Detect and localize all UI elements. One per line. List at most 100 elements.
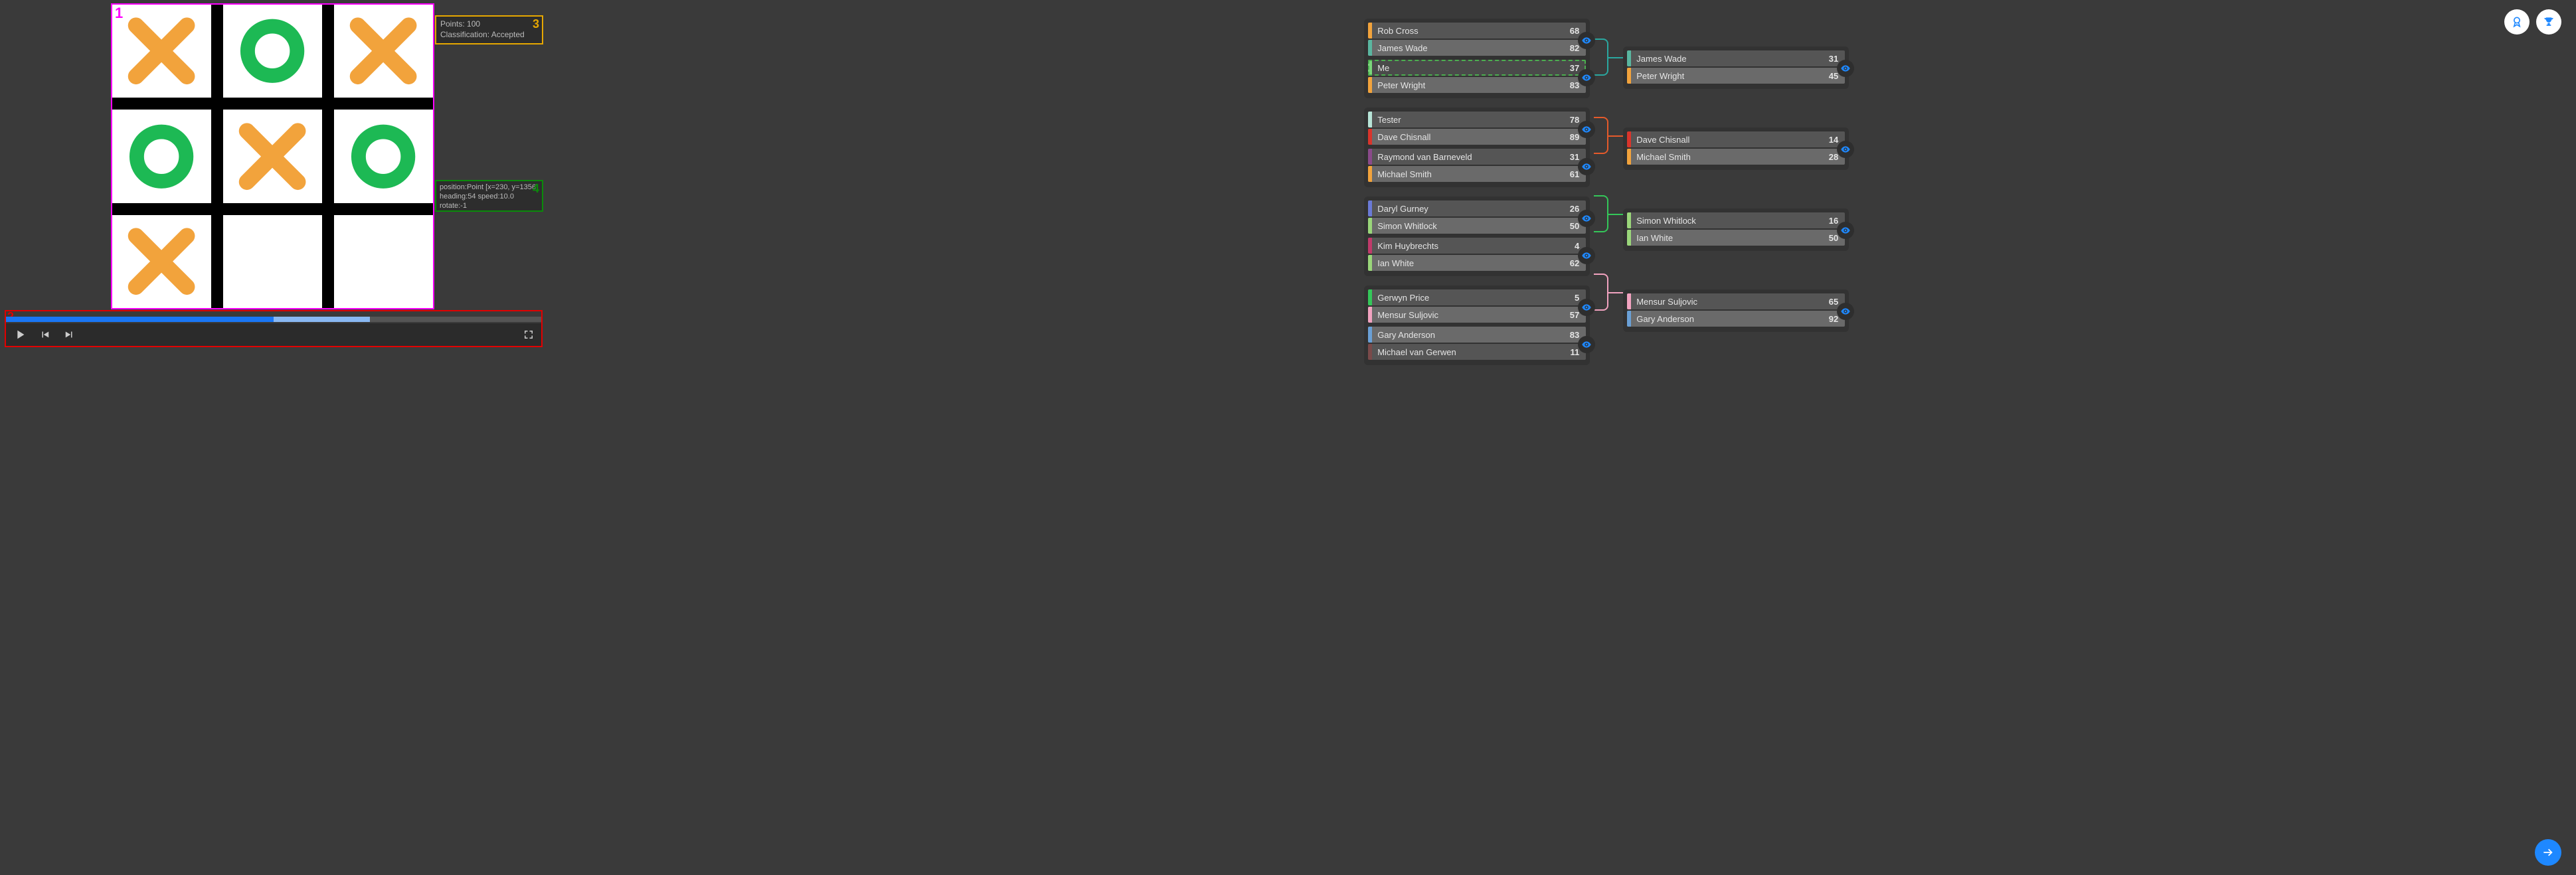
info-classification: Classification: Accepted	[440, 30, 538, 40]
bracket-connector	[1594, 117, 1608, 154]
bracket-match: Tester78 Dave Chisnall89	[1368, 112, 1586, 145]
arrow-right-icon	[2541, 846, 2555, 859]
bracket-group: Daryl Gurney26 Simon Whitlock50 Kim Huybre…	[1364, 197, 1590, 276]
watch-button[interactable]	[1837, 303, 1854, 320]
player-name: Peter Wright	[1631, 71, 1822, 81]
player-name: Daryl Gurney	[1372, 204, 1563, 214]
progress-fill	[6, 317, 274, 322]
bracket-player-row[interactable]: Tester78	[1368, 112, 1586, 127]
bracket-match: Daryl Gurney26 Simon Whitlock50	[1368, 200, 1586, 234]
bracket-player-row[interactable]: Simon Whitlock50	[1368, 218, 1586, 234]
annotation-label-3: 3	[533, 17, 539, 32]
bracket-match: Rob Cross68James Wade82	[1368, 23, 1586, 56]
watch-button[interactable]	[1837, 60, 1854, 77]
player-name: Ian White	[1631, 233, 1822, 243]
next-fab-button[interactable]	[2535, 839, 2561, 866]
player-name: Michael van Gerwen	[1372, 347, 1563, 357]
play-button[interactable]	[13, 327, 27, 342]
bracket-player-row[interactable]: Mensur Suljovic57	[1368, 307, 1586, 323]
ttt-cell-1[interactable]	[223, 5, 322, 98]
progress-buffer	[274, 317, 370, 322]
progress-track[interactable]	[6, 317, 541, 322]
player-name: Simon Whitlock	[1631, 216, 1822, 226]
bracket-player-row[interactable]: Gary Anderson83	[1368, 327, 1586, 343]
bracket-player-row[interactable]: Raymond van Barneveld31	[1368, 149, 1586, 165]
watch-button[interactable]	[1837, 222, 1854, 239]
bracket-player-row[interactable]: Gary Anderson92	[1627, 311, 1845, 327]
bracket-player-row[interactable]: Simon Whitlock16	[1627, 212, 1845, 228]
ttt-cell-0[interactable]	[112, 5, 211, 98]
watch-button[interactable]	[1578, 210, 1595, 227]
watch-button[interactable]	[1578, 247, 1595, 264]
bracket-connector-line	[1608, 292, 1623, 293]
bracket-player-row[interactable]: Me37	[1368, 60, 1586, 76]
ttt-cell-3[interactable]	[112, 110, 211, 202]
annotation-label-1: 1	[115, 5, 123, 22]
player-name: Kim Huybrechts	[1372, 241, 1568, 251]
prev-button[interactable]	[39, 329, 51, 341]
info-overlay: 3 Points: 100 Classification: Accepted	[435, 15, 543, 44]
next-button[interactable]	[63, 329, 75, 341]
bracket-player-row[interactable]: Peter Wright45	[1627, 68, 1845, 84]
bracket-match: James Wade31 Peter Wright45	[1627, 50, 1845, 84]
bracket-connector	[1594, 39, 1608, 76]
bracket-player-row[interactable]: James Wade31	[1627, 50, 1845, 66]
eye-icon	[1581, 302, 1592, 313]
ttt-cell-8[interactable]	[334, 215, 433, 308]
eye-icon	[1581, 250, 1592, 261]
bracket-player-row[interactable]: James Wade82	[1368, 40, 1586, 56]
ttt-cell-7[interactable]	[223, 215, 322, 308]
bracket-connector	[1594, 195, 1608, 232]
bracket-connector	[1594, 274, 1608, 311]
player-name: James Wade	[1631, 54, 1822, 64]
player-name: Michael Smith	[1372, 169, 1563, 179]
fullscreen-button[interactable]	[523, 329, 535, 341]
info-points: Points: 100	[440, 19, 538, 30]
ttt-cell-4[interactable]	[223, 110, 322, 202]
bracket-player-row[interactable]: Kim Huybrechts4	[1368, 238, 1586, 254]
bracket-player-row[interactable]: Gerwyn Price5	[1368, 289, 1586, 305]
eye-icon	[1581, 72, 1592, 83]
watch-button[interactable]	[1578, 299, 1595, 316]
bracket-player-row[interactable]: Peter Wright83	[1368, 77, 1586, 93]
ttt-cell-6[interactable]	[112, 215, 211, 308]
bracket-group: Simon Whitlock16 Ian White50	[1623, 208, 1849, 251]
bracket-player-row[interactable]: Ian White62	[1368, 255, 1586, 271]
bracket-player-row[interactable]: Michael van Gerwen11	[1368, 344, 1586, 360]
tictactoe-grid	[112, 5, 433, 308]
player-name: Gary Anderson	[1631, 314, 1822, 324]
bracket-group: Gerwyn Price5 Mensur Suljovic57 Gary Ander…	[1364, 285, 1590, 365]
player-name: Dave Chisnall	[1372, 132, 1563, 142]
debug-position: position:Point [x=230, y=1356]	[440, 183, 539, 193]
watch-button[interactable]	[1837, 141, 1854, 158]
bracket-group: Rob Cross68James Wade82 Me37Peter Wright8…	[1364, 19, 1590, 98]
ttt-cell-2[interactable]	[334, 5, 433, 98]
watch-button[interactable]	[1578, 121, 1595, 138]
eye-icon	[1581, 35, 1592, 46]
bracket-connector-line	[1608, 135, 1623, 137]
bracket-player-row[interactable]: Daryl Gurney26	[1368, 200, 1586, 216]
bracket-player-row[interactable]: Michael Smith61	[1368, 166, 1586, 182]
watch-button[interactable]	[1578, 69, 1595, 86]
eye-icon	[1840, 144, 1851, 155]
player-name: Gerwyn Price	[1372, 293, 1568, 303]
eye-icon	[1581, 213, 1592, 224]
bracket-player-row[interactable]: Rob Cross68	[1368, 23, 1586, 39]
player-name: Michael Smith	[1631, 152, 1822, 162]
player-name: Dave Chisnall	[1631, 135, 1822, 145]
bracket-player-row[interactable]: Dave Chisnall14	[1627, 131, 1845, 147]
player-name: Simon Whitlock	[1372, 221, 1563, 231]
bracket-player-row[interactable]: Michael Smith28	[1627, 149, 1845, 165]
tournament-bracket: Rob Cross68James Wade82 Me37Peter Wright8…	[1364, 19, 2563, 344]
annotation-label-4: 4	[533, 181, 539, 197]
watch-button[interactable]	[1578, 158, 1595, 175]
watch-button[interactable]	[1578, 32, 1595, 49]
bracket-player-row[interactable]: Ian White50	[1627, 230, 1845, 246]
player-controls	[6, 323, 541, 346]
bracket-player-row[interactable]: Dave Chisnall89	[1368, 129, 1586, 145]
player-name: Raymond van Barneveld	[1372, 152, 1563, 162]
watch-button[interactable]	[1578, 336, 1595, 353]
bracket-player-row[interactable]: Mensur Suljovic65	[1627, 293, 1845, 309]
bracket-match: Gary Anderson83Michael van Gerwen11	[1368, 327, 1586, 360]
ttt-cell-5[interactable]	[334, 110, 433, 202]
